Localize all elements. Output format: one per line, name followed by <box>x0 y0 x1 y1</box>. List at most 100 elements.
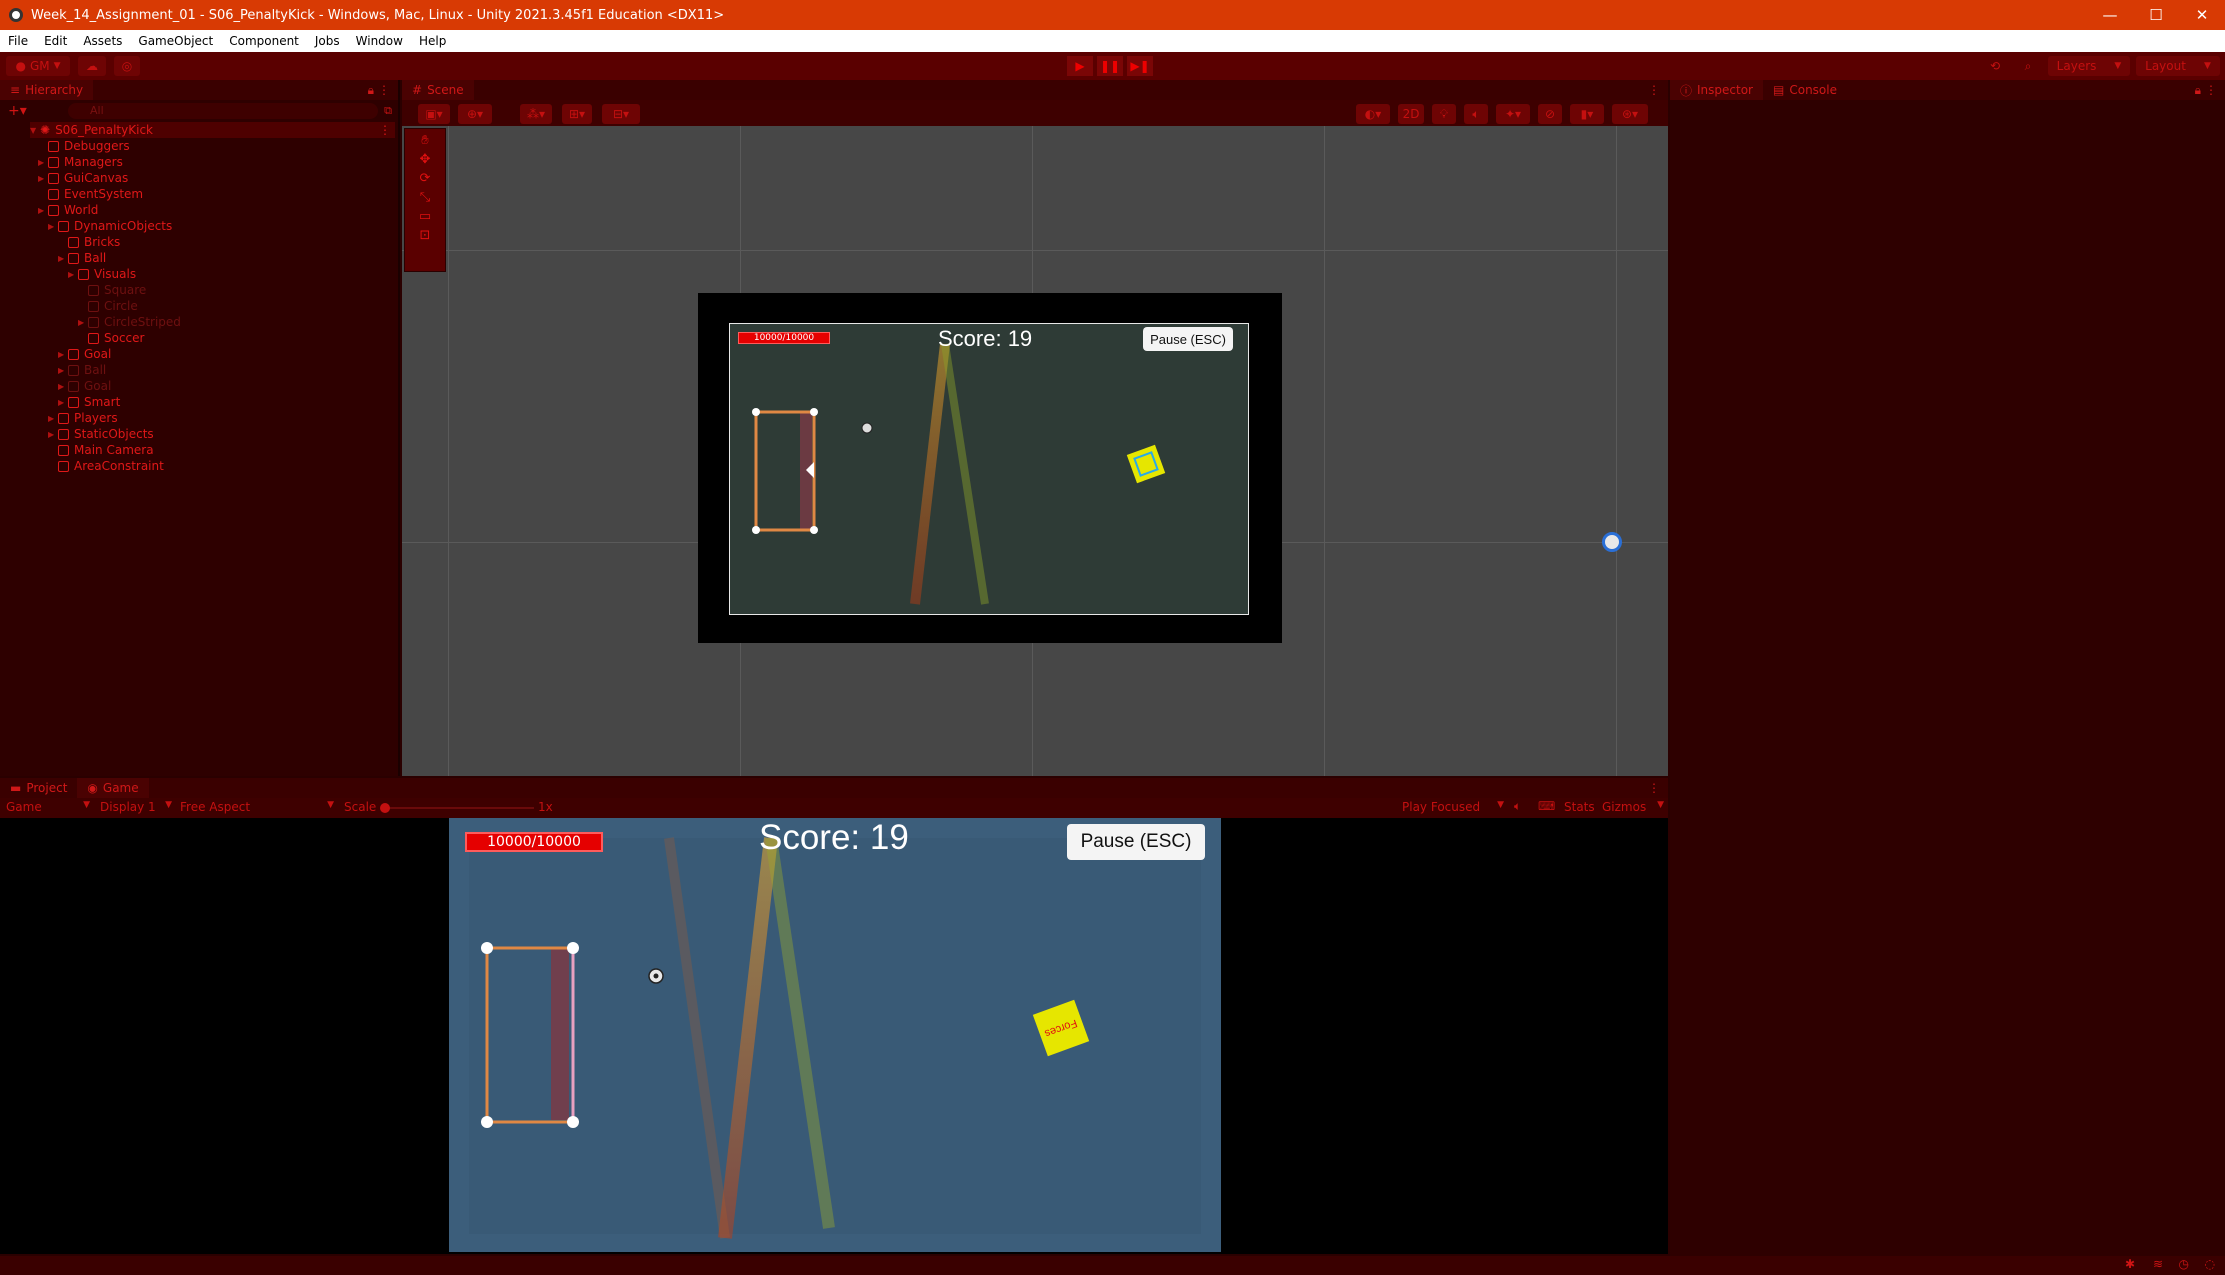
menu-component[interactable]: Component <box>221 34 307 48</box>
game-pause-button[interactable]: Pause (ESC) <box>1067 824 1205 860</box>
cloud-icon[interactable]: ☁ <box>78 56 106 76</box>
expand-arrow-icon[interactable]: ▶ <box>48 414 58 423</box>
expand-arrow-icon[interactable]: ▶ <box>48 430 58 439</box>
menu-gameobject[interactable]: GameObject <box>130 34 221 48</box>
notification-icon[interactable]: ◌ <box>2205 1257 2215 1271</box>
play-mode-dropdown[interactable]: Play Focused ▼ <box>1402 800 1504 814</box>
search-icon[interactable]: ⌕ <box>2015 56 2041 76</box>
hierarchy-item[interactable]: ▶ Ball <box>58 250 106 266</box>
tab-project[interactable]: ▬ Project <box>0 778 77 798</box>
global-icon[interactable]: ⊕▾ <box>458 104 492 124</box>
lock-icon[interactable]: 🔒︎ <box>368 83 374 98</box>
game-viewport[interactable]: Forces 10000/10000 Score: 19 Pause (ESC) <box>0 818 1668 1254</box>
hierarchy-scene-row[interactable]: ▼ ✺ S06_PenaltyKick ⋮ <box>30 122 395 138</box>
hierarchy-item[interactable]: Soccer <box>78 330 144 346</box>
scale-tool-icon[interactable]: ⤡ <box>420 190 430 205</box>
camera-icon[interactable]: ▮▾ <box>1570 104 1604 124</box>
hierarchy-item[interactable]: AreaConstraint <box>48 458 164 474</box>
hierarchy-item[interactable]: ▶ Managers <box>38 154 123 170</box>
hierarchy-item[interactable]: ▶ Goal <box>58 346 111 362</box>
bug-icon[interactable]: ✱ <box>2125 1257 2135 1271</box>
hierarchy-item[interactable]: ▶ Ball <box>58 362 106 378</box>
expand-arrow-icon[interactable]: ▶ <box>38 158 48 167</box>
hierarchy-item[interactable]: ▶ StaticObjects <box>48 426 154 442</box>
layout-dropdown[interactable]: Layout ▼ <box>2136 56 2220 76</box>
tab-scene[interactable]: # Scene <box>402 80 474 100</box>
expand-arrow-icon[interactable]: ▶ <box>58 366 68 375</box>
hierarchy-item[interactable]: Circle <box>78 298 138 314</box>
scene-viewport[interactable]: ✋︎ ✥ ⟳ ⤡ ▭ ⊡ 10000/10000 Score: 19 Pause… <box>402 126 1668 776</box>
hierarchy-item[interactable]: ▶ World <box>38 202 98 218</box>
hidden-objects-icon[interactable]: ⊘ <box>1538 104 1562 124</box>
display-dropdown[interactable]: Display 1 ▼ <box>100 800 172 814</box>
game-view-dropdown[interactable]: Game ▼ <box>6 800 90 814</box>
layers-status-icon[interactable]: ≋ <box>2153 1257 2163 1271</box>
lock-icon[interactable]: 🔒︎ <box>2195 83 2201 98</box>
tab-console[interactable]: ▤ Console <box>1763 80 1847 100</box>
snap-increment-icon[interactable]: ⊞▾ <box>562 104 592 124</box>
expand-arrow-icon[interactable]: ▶ <box>58 398 68 407</box>
menu-jobs[interactable]: Jobs <box>307 34 348 48</box>
expand-arrow-icon[interactable]: ▶ <box>58 254 68 263</box>
expand-arrow-icon[interactable]: ▶ <box>38 206 48 215</box>
hierarchy-item[interactable]: Bricks <box>58 234 120 250</box>
account-dropdown[interactable]: ● GM ▼ <box>6 56 70 76</box>
stats-button[interactable]: Stats <box>1564 800 1595 814</box>
gizmos-icon[interactable]: ⊛▾ <box>1612 104 1648 124</box>
more-menu-icon[interactable]: ⋮ <box>2205 83 2217 97</box>
shortcuts-icon[interactable]: ⌨ <box>1538 799 1555 813</box>
play-button[interactable]: ▶ <box>1067 56 1093 76</box>
menu-window[interactable]: Window <box>348 34 411 48</box>
move-tool-icon[interactable]: ✥ <box>420 152 431 167</box>
minimize-button[interactable]: — <box>2087 0 2133 30</box>
collab-icon[interactable]: ◎ <box>114 56 140 76</box>
expand-arrow-icon[interactable]: ▶ <box>48 222 58 231</box>
shading-mode-icon[interactable]: ◐▾ <box>1356 104 1390 124</box>
grid-visibility-icon[interactable]: ⊟▾ <box>602 104 640 124</box>
hierarchy-item[interactable]: ▶ Visuals <box>68 266 136 282</box>
search-filter-icon[interactable]: ⧉ <box>384 104 392 118</box>
progress-icon[interactable]: ◷ <box>2179 1257 2189 1271</box>
hierarchy-item[interactable]: ▶ Goal <box>58 378 111 394</box>
history-icon[interactable]: ⟲ <box>1982 56 2008 76</box>
tab-game[interactable]: ◉ Game <box>77 778 149 798</box>
hierarchy-item[interactable]: ▶ Players <box>48 410 118 426</box>
expand-arrow-icon[interactable]: ▶ <box>58 382 68 391</box>
hand-tool-icon[interactable]: ✋︎ <box>421 133 428 148</box>
maximize-button[interactable]: ☐ <box>2133 0 2179 30</box>
effects-icon[interactable]: ✦▾ <box>1496 104 1530 124</box>
hierarchy-item[interactable]: Square <box>78 282 146 298</box>
more-menu-icon[interactable]: ⋮ <box>1648 781 1660 795</box>
expand-arrow-icon[interactable]: ▶ <box>68 270 78 279</box>
layers-dropdown[interactable]: Layers ▼ <box>2048 56 2130 76</box>
tab-hierarchy[interactable]: ≡ Hierarchy <box>0 80 94 100</box>
more-menu-icon[interactable]: ⋮ <box>378 83 390 97</box>
snap-grid-icon[interactable]: ⁂▾ <box>520 104 552 124</box>
hierarchy-item[interactable]: ▶ CircleStriped <box>78 314 181 330</box>
scale-slider-handle[interactable] <box>380 803 390 813</box>
mute-audio-icon[interactable]: 🔈︎ <box>1514 799 1521 814</box>
hierarchy-item[interactable]: Main Camera <box>48 442 154 458</box>
hierarchy-item[interactable]: ▶ DynamicObjects <box>48 218 172 234</box>
tab-inspector[interactable]: ⓘ Inspector <box>1670 80 1763 100</box>
rotate-tool-icon[interactable]: ⟳ <box>420 171 431 186</box>
pause-button[interactable]: ❚❚ <box>1097 56 1123 76</box>
hierarchy-item[interactable]: EventSystem <box>38 186 143 202</box>
rect-tool-icon[interactable]: ▭ <box>419 209 431 224</box>
more-menu-icon[interactable]: ⋮ <box>379 123 391 137</box>
expand-arrow-icon[interactable]: ▶ <box>38 174 48 183</box>
menu-file[interactable]: File <box>0 34 36 48</box>
scale-slider[interactable] <box>380 803 534 813</box>
expand-arrow-icon[interactable]: ▶ <box>78 318 88 327</box>
mode-2d-toggle[interactable]: 2D <box>1398 104 1424 124</box>
hierarchy-search-input[interactable]: All <box>68 103 378 119</box>
aspect-dropdown[interactable]: Free Aspect ▼ <box>180 800 334 814</box>
menu-help[interactable]: Help <box>411 34 454 48</box>
gizmos-dropdown[interactable]: Gizmos ▼ <box>1602 800 1664 814</box>
lighting-icon[interactable]: 💡︎ <box>1432 104 1456 124</box>
draw-mode-icon[interactable]: ▣▾ <box>418 104 450 124</box>
transform-tool-icon[interactable]: ⊡ <box>420 228 431 243</box>
menu-edit[interactable]: Edit <box>36 34 75 48</box>
step-button[interactable]: ▶❚ <box>1127 56 1153 76</box>
close-button[interactable]: ✕ <box>2179 0 2225 30</box>
